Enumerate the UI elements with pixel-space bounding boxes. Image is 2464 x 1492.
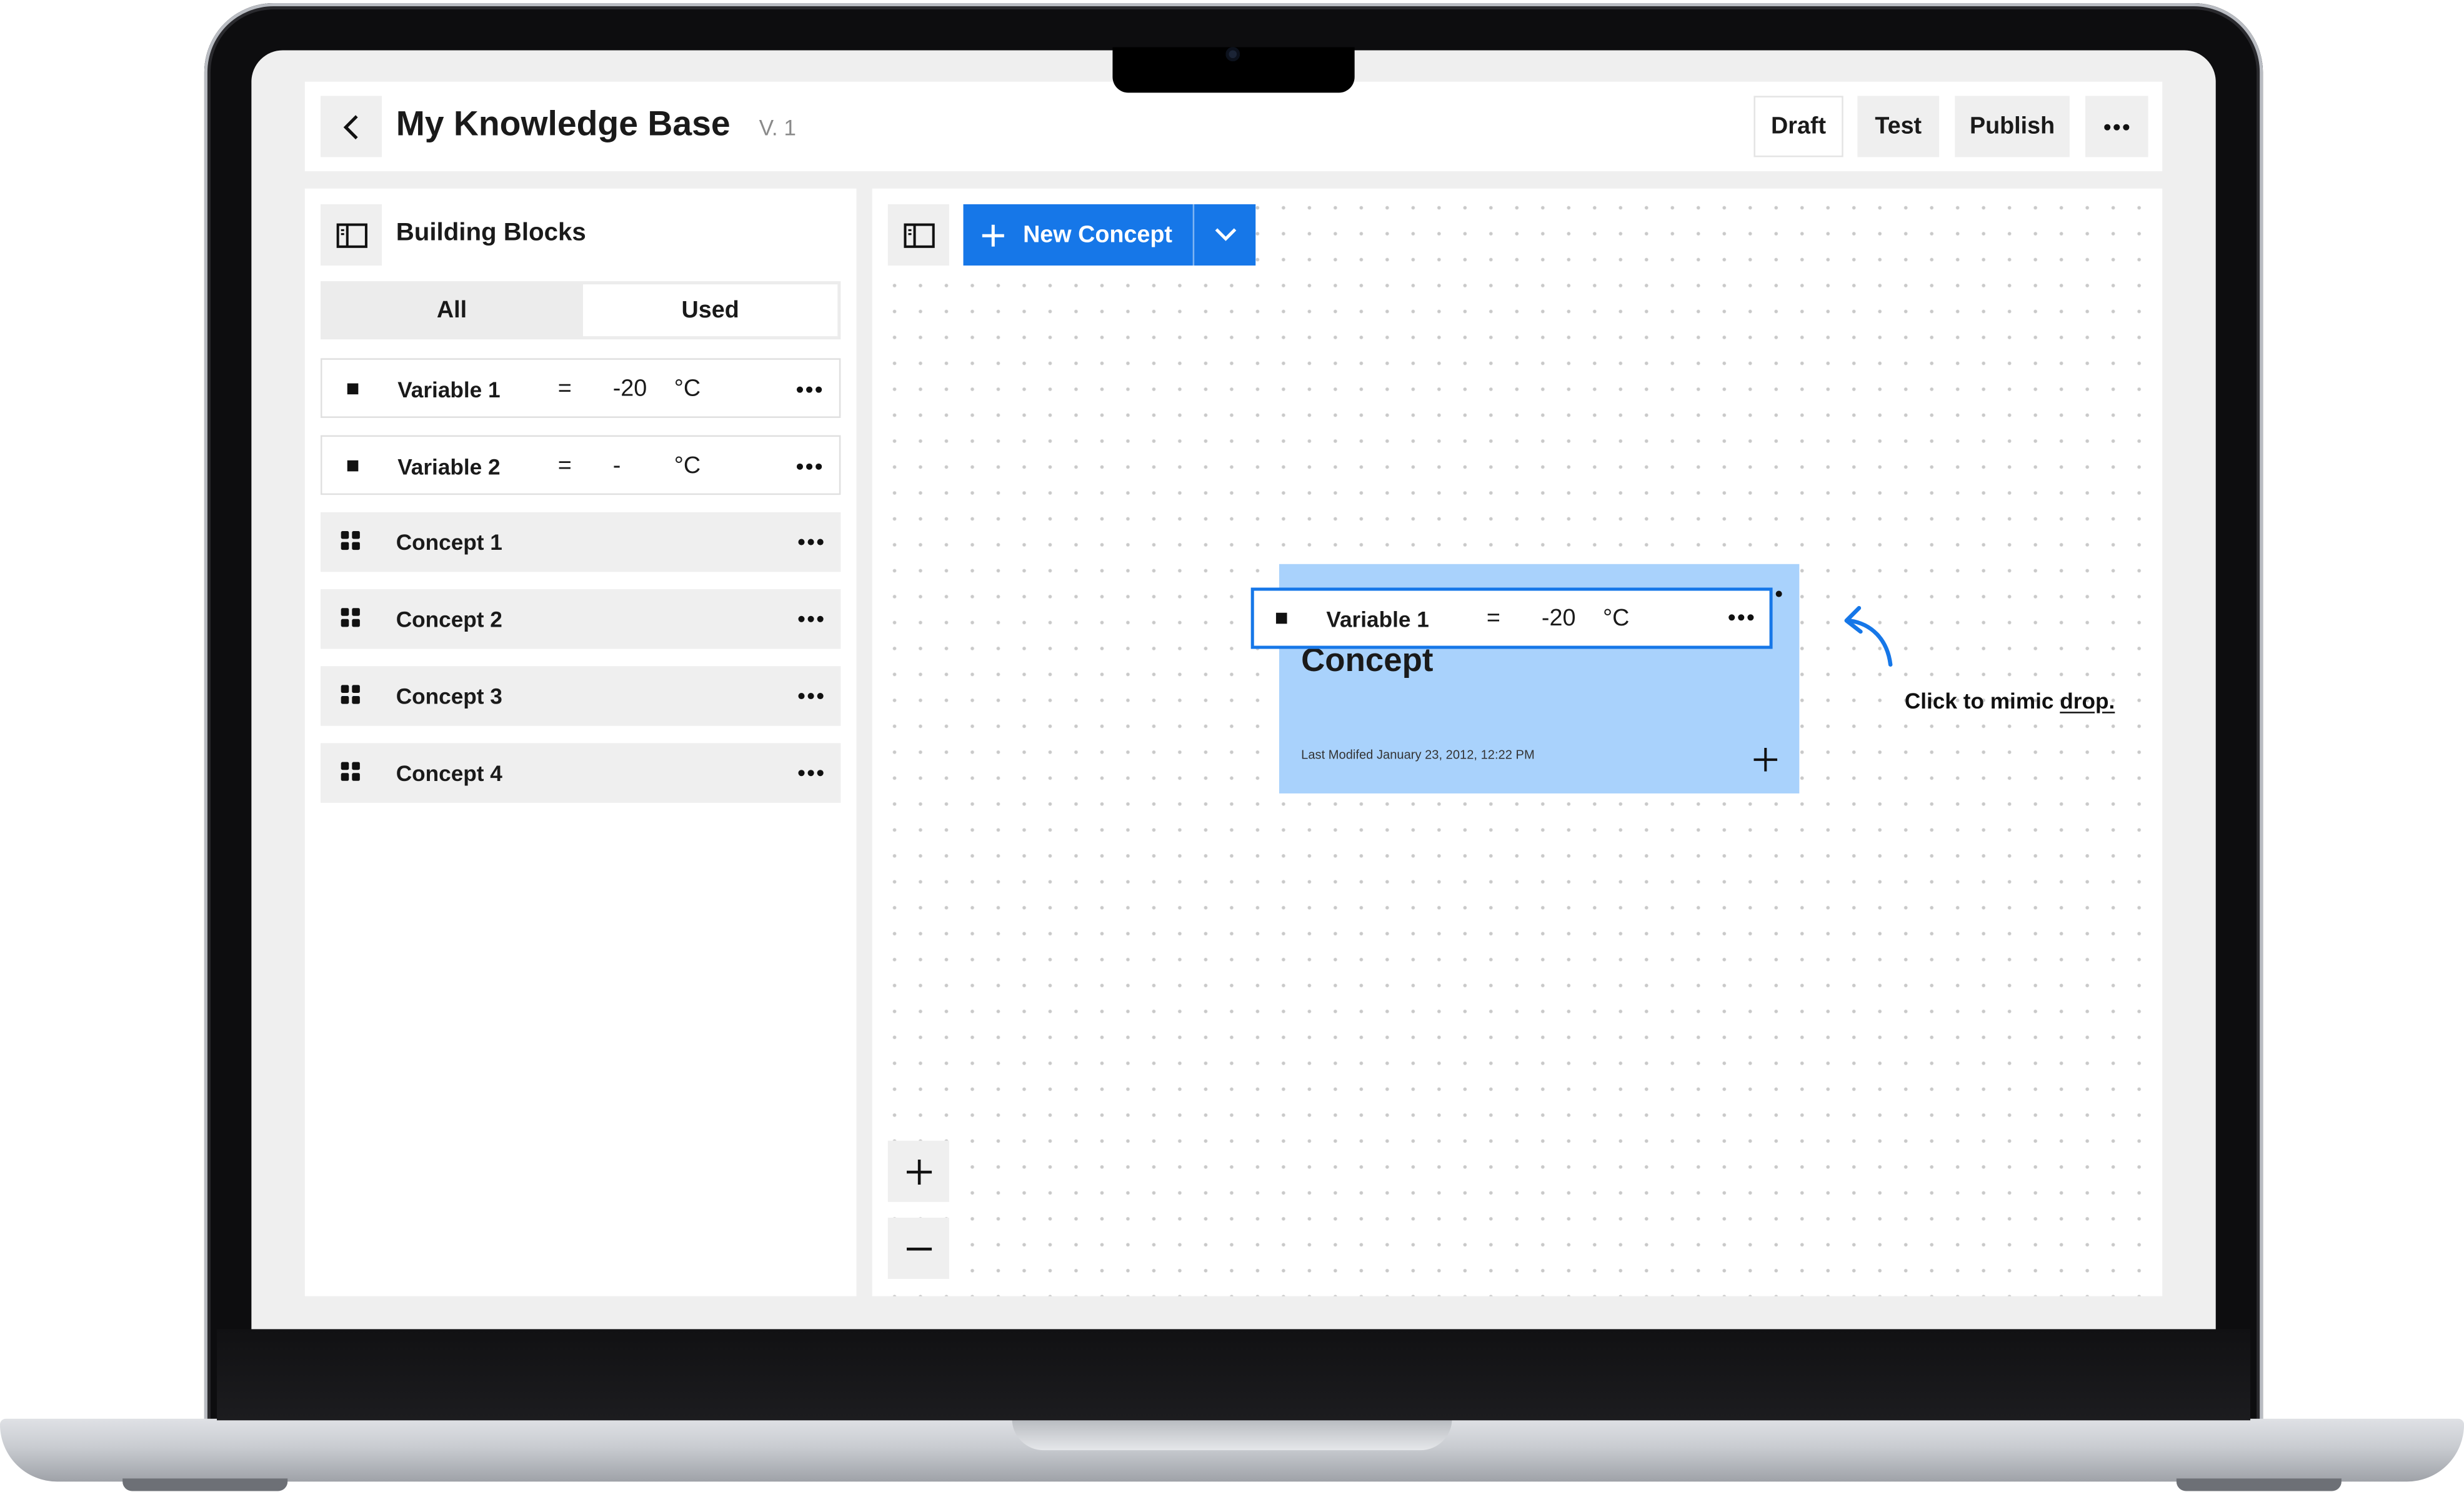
more-horizontal-icon[interactable] (798, 770, 824, 777)
variable-operator: = (1486, 605, 1500, 632)
variable-unit: °C (1602, 605, 1630, 632)
concept-name: Concept 1 (396, 529, 502, 555)
tab-all[interactable]: All (324, 284, 580, 336)
variable-unit: °C (674, 375, 701, 402)
concept-name: Concept 2 (396, 606, 502, 632)
variable-item[interactable]: Variable 1 = -20 °C (320, 358, 841, 418)
laptop-bezel-bottom (217, 1329, 2251, 1421)
camera-icon (1225, 47, 1240, 62)
plus-icon (1753, 747, 1777, 771)
drop-hint-text: Click to mimic (1904, 688, 2060, 714)
zoom-out-button[interactable] (887, 1217, 949, 1279)
chevron-left-icon (342, 114, 357, 139)
sidebar-panel-icon (903, 222, 934, 247)
variable-square-icon (1275, 612, 1287, 624)
more-horizontal-icon[interactable] (798, 615, 824, 622)
variable-square-icon (347, 460, 359, 472)
more-horizontal-icon[interactable] (798, 539, 824, 545)
variable-square-icon (347, 383, 359, 395)
concept-card-last-modified: Last Modifed January 23, 2012, 12:22 PM (1301, 747, 1535, 762)
minus-icon (905, 1246, 931, 1250)
concept-name: Concept 4 (396, 760, 502, 786)
grid-icon (341, 608, 362, 629)
variable-value: - (612, 452, 621, 479)
laptop-foot-left (122, 1478, 288, 1491)
tab-used[interactable]: Used (582, 284, 838, 337)
building-blocks-sidebar: Building Blocks All Used Variable 1 = -2… (304, 188, 857, 1296)
plus-icon (982, 224, 1004, 246)
variable-unit: °C (674, 452, 701, 479)
sidebar-title: Building Blocks (396, 220, 586, 247)
variable-operator: = (557, 452, 572, 479)
draft-button[interactable]: Draft (1753, 96, 1843, 157)
concept-item[interactable]: Concept 4 (320, 743, 841, 803)
concept-item[interactable]: Concept 1 (320, 512, 841, 572)
add-to-concept-button[interactable] (1750, 745, 1778, 773)
more-horizontal-icon[interactable] (798, 692, 824, 700)
dragged-variable-item[interactable]: Variable 1 = -20 °C (1250, 587, 1773, 649)
more-horizontal-icon[interactable] (796, 386, 822, 393)
zoom-in-button[interactable] (887, 1140, 949, 1202)
app-screen: My Knowledge Base V. 1 Draft Test Publis… (251, 50, 2216, 1330)
connection-handle[interactable] (1775, 590, 1782, 597)
toggle-sidebar-button[interactable] (320, 204, 382, 266)
laptop-mockup: My Knowledge Base V. 1 Draft Test Publis… (0, 0, 2464, 1492)
laptop-foot-right (2176, 1478, 2342, 1491)
drop-hint: Click to mimic drop. (1905, 688, 2115, 713)
concept-item[interactable]: Concept 3 (320, 666, 841, 726)
curved-arrow-icon (1844, 605, 1893, 667)
back-button[interactable] (320, 96, 382, 157)
grid-icon (341, 530, 362, 552)
more-options-button[interactable] (2085, 96, 2148, 157)
variable-item[interactable]: Variable 2 = - °C (320, 435, 841, 495)
variable-value: -20 (612, 375, 647, 402)
concept-item[interactable]: Concept 2 (320, 589, 841, 649)
more-horizontal-icon[interactable] (796, 463, 822, 470)
variable-value: -20 (1541, 605, 1576, 632)
test-button[interactable]: Test (1857, 96, 1940, 157)
plus-icon (905, 1158, 931, 1184)
chevron-down-icon (1214, 228, 1236, 241)
new-concept-label: New Concept (1023, 221, 1173, 249)
concept-canvas[interactable]: New Concept Concept Last Modifed January… (872, 188, 2163, 1296)
new-concept-dropdown-button[interactable] (1194, 204, 1255, 266)
version-label: V. 1 (759, 114, 797, 140)
variable-name: Variable 1 (1326, 606, 1429, 632)
variable-operator: = (557, 375, 572, 402)
page-title: My Knowledge Base (396, 103, 731, 143)
variable-name: Variable 1 (397, 377, 501, 402)
new-concept-split-button: New Concept (963, 204, 1256, 266)
laptop-opening-notch (1012, 1418, 1452, 1451)
sidebar-panel-icon (336, 222, 367, 247)
new-concept-button[interactable]: New Concept (964, 204, 1195, 266)
filter-segmented-control: All Used (320, 281, 841, 340)
more-horizontal-icon[interactable] (1728, 614, 1754, 621)
drop-link[interactable]: drop. (2060, 688, 2115, 713)
more-horizontal-icon (2104, 123, 2130, 130)
grid-icon (341, 685, 362, 705)
toggle-canvas-panel-button[interactable] (887, 204, 949, 266)
grid-icon (341, 762, 362, 783)
app-header: My Knowledge Base V. 1 Draft Test Publis… (304, 81, 2163, 172)
concept-name: Concept 3 (396, 683, 502, 709)
publish-button[interactable]: Publish (1955, 96, 2070, 157)
variable-name: Variable 2 (397, 454, 501, 479)
